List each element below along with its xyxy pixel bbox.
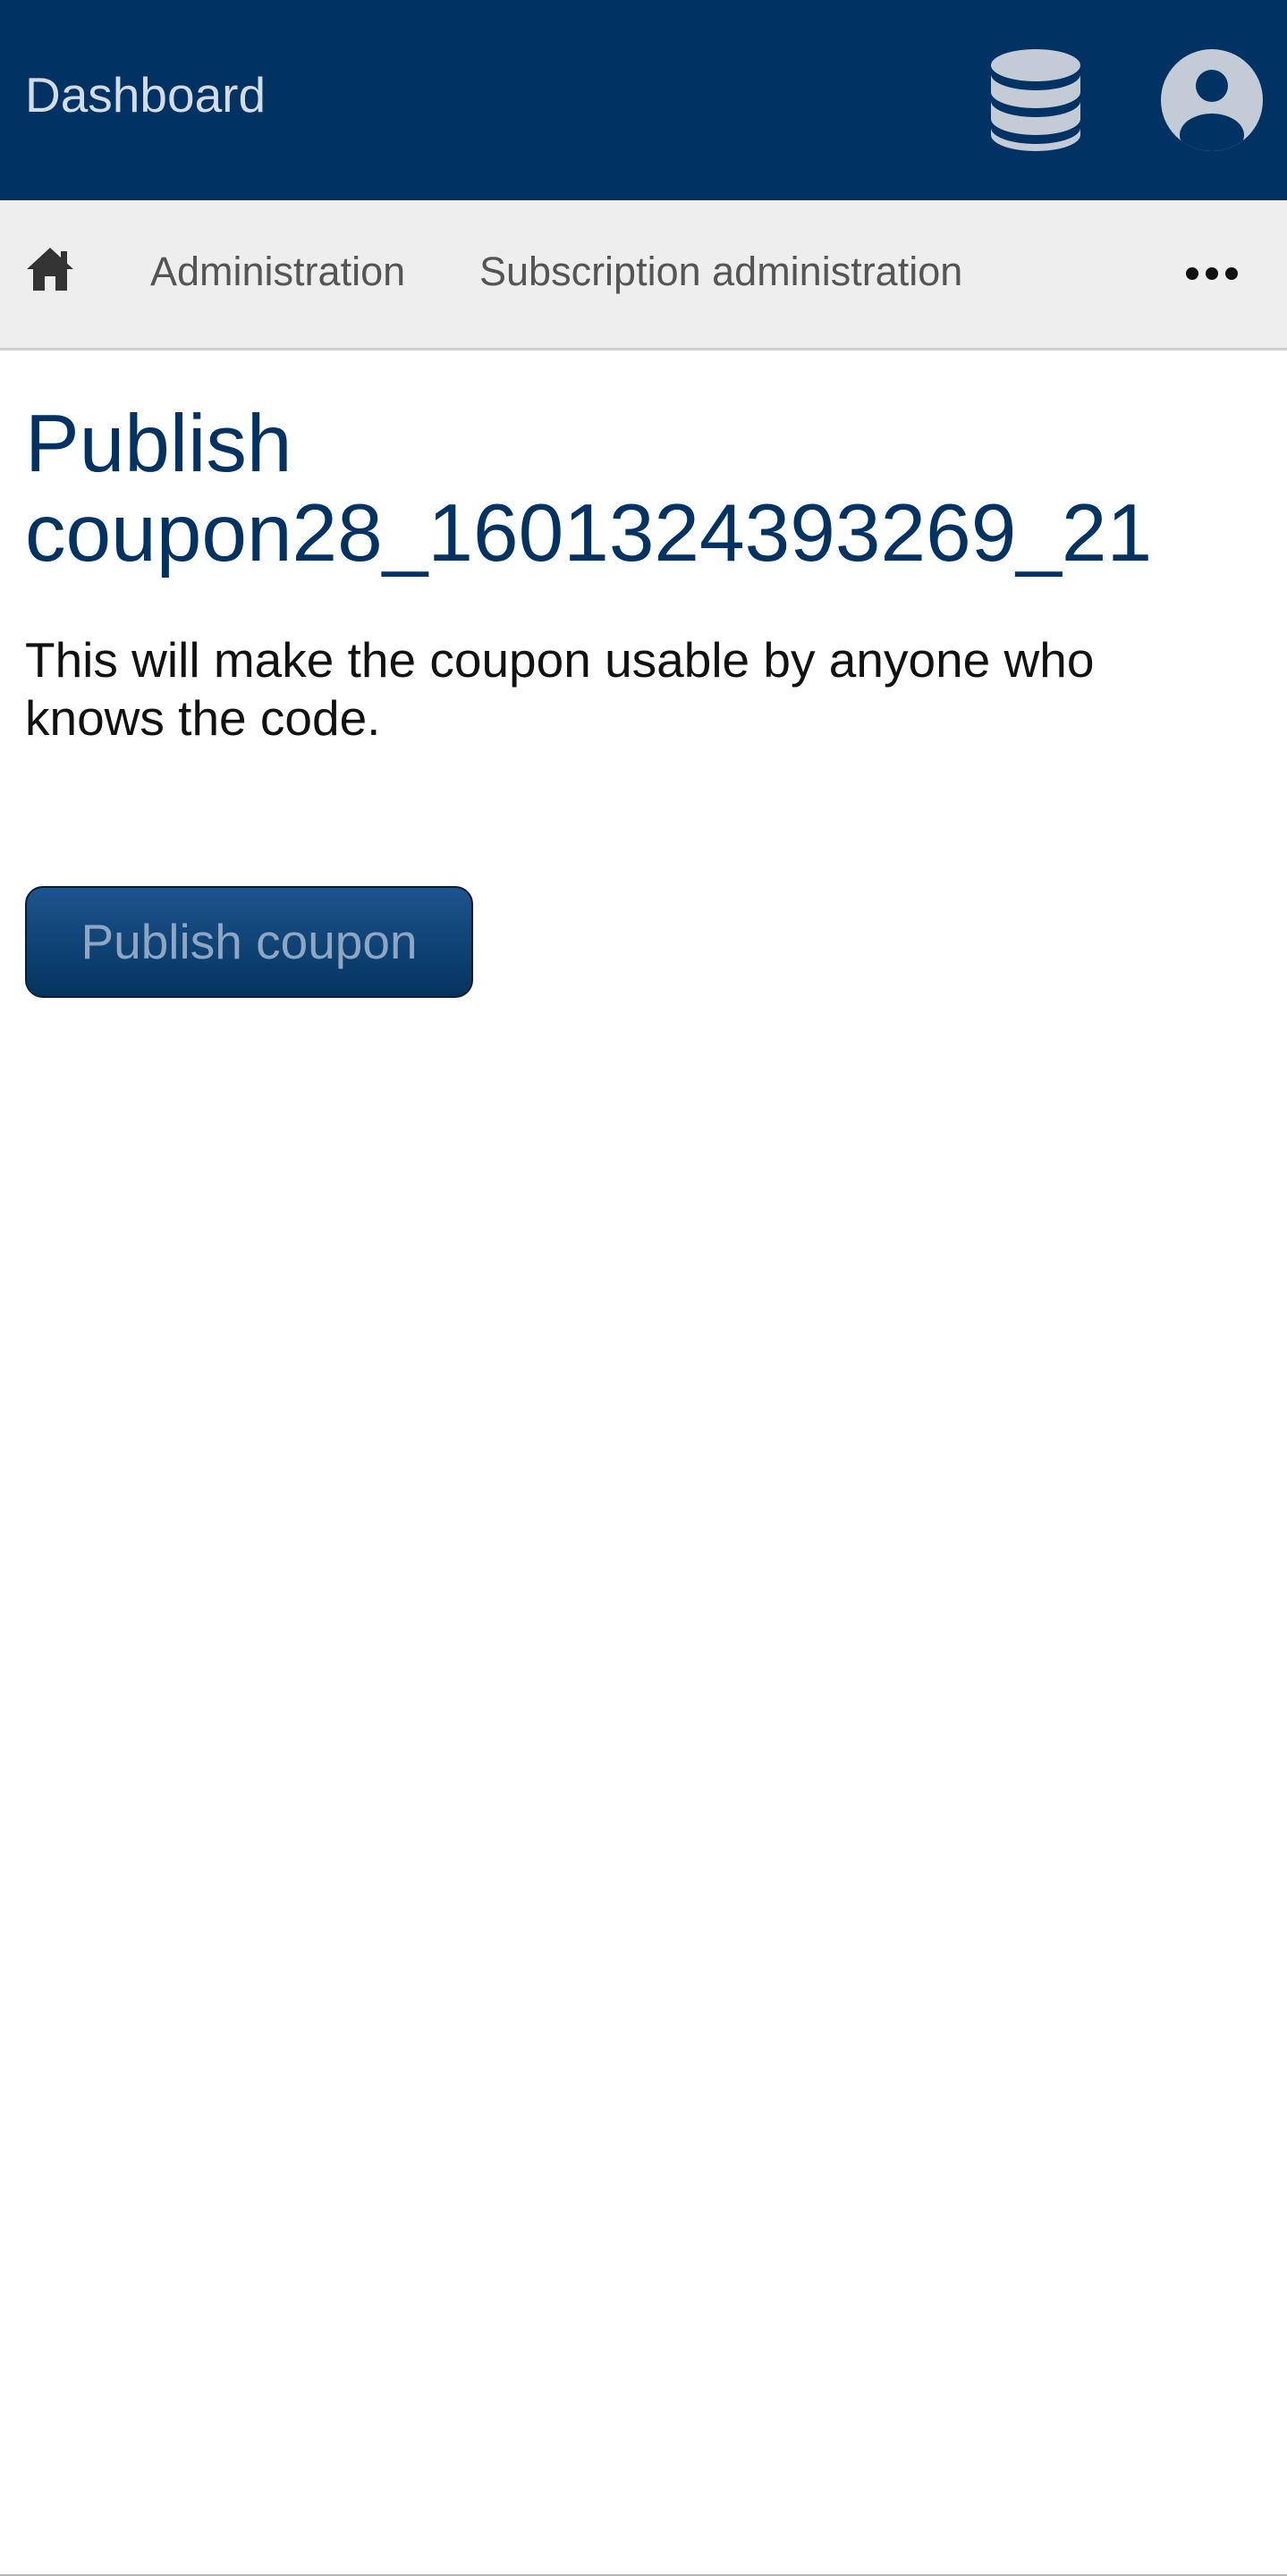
- user-account-icon[interactable]: [1159, 47, 1265, 153]
- page-title: Publish coupon28_1601324393269_21: [25, 399, 1153, 579]
- database-icon[interactable]: [989, 47, 1082, 153]
- page-description: This will make the coupon usable by anyo…: [25, 632, 1095, 746]
- page: Dashboard Administration Subscription ad…: [0, 0, 1287, 2576]
- home-icon[interactable]: [25, 246, 75, 292]
- breadcrumb-item-subscription-administration[interactable]: Subscription administration: [479, 249, 962, 295]
- publish-coupon-button[interactable]: Publish coupon: [25, 886, 473, 998]
- app-title-link[interactable]: Dashboard: [25, 66, 266, 123]
- breadcrumb: Administration Subscription administrati…: [0, 200, 1287, 351]
- breadcrumb-item-administration[interactable]: Administration: [150, 249, 405, 295]
- more-horizontal-icon[interactable]: [1184, 262, 1240, 285]
- top-app-bar: Dashboard: [0, 0, 1287, 200]
